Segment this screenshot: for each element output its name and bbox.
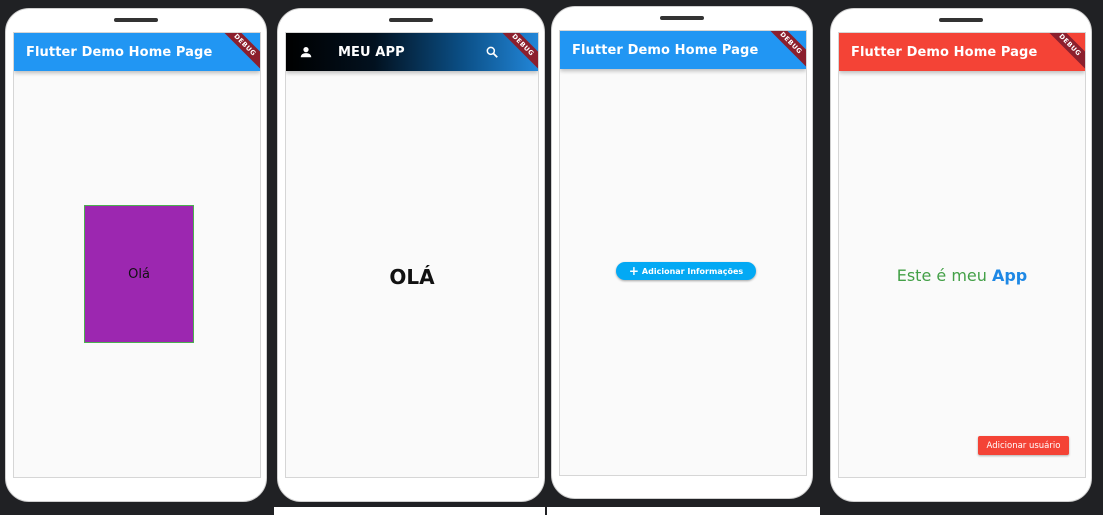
app-screen: Flutter Demo Home Page DEBUG + Adicionar… <box>559 30 807 476</box>
greeting-text: OLÁ <box>389 265 435 289</box>
phone-frame-4: Flutter Demo Home Page DEBUG Este é meu … <box>830 8 1092 502</box>
speaker <box>660 16 704 20</box>
plus-icon: + <box>628 264 639 278</box>
app-bar-title: Flutter Demo Home Page <box>572 42 759 58</box>
debug-banner: DEBUG <box>1042 33 1085 73</box>
phone-frame-1: Flutter Demo Home Page DEBUG Olá <box>5 8 267 502</box>
container-text: Olá <box>128 266 150 282</box>
speaker <box>114 18 158 22</box>
phone-frame-2: MEU APP DEBUG OLÁ <box>277 8 545 502</box>
debug-banner: DEBUG <box>763 31 806 71</box>
button-label: Adicionar Informações <box>641 266 744 276</box>
app-bar-title: Flutter Demo Home Page <box>851 44 1038 60</box>
speaker <box>939 18 983 22</box>
speaker <box>389 18 433 22</box>
person-icon[interactable] <box>296 42 316 62</box>
search-icon[interactable] <box>482 42 502 62</box>
app-bar: Flutter Demo Home Page DEBUG <box>560 31 806 71</box>
debug-banner: DEBUG <box>217 33 260 73</box>
add-information-button[interactable]: + Adicionar Informações <box>616 262 756 280</box>
rich-text-part1: Este é meu <box>896 266 992 285</box>
app-screen: Flutter Demo Home Page DEBUG Olá <box>13 32 261 478</box>
app-screen: Flutter Demo Home Page DEBUG Este é meu … <box>838 32 1086 478</box>
add-user-button[interactable]: Adicionar usuário <box>978 436 1069 455</box>
bottom-strip <box>547 507 820 515</box>
app-bar-title: MEU APP <box>338 44 405 60</box>
app-bar: Flutter Demo Home Page DEBUG <box>839 33 1085 73</box>
app-screen: MEU APP DEBUG OLÁ <box>285 32 539 478</box>
bottom-strip <box>274 507 545 515</box>
app-bar-title: Flutter Demo Home Page <box>26 44 213 60</box>
app-bar: MEU APP DEBUG <box>286 33 538 73</box>
phone-frame-3: Flutter Demo Home Page DEBUG + Adicionar… <box>551 6 813 499</box>
rich-text: Este é meu App <box>839 266 1085 285</box>
purple-container: Olá <box>84 205 194 343</box>
rich-text-part2: App <box>991 266 1028 285</box>
app-bar: Flutter Demo Home Page DEBUG <box>14 33 260 73</box>
